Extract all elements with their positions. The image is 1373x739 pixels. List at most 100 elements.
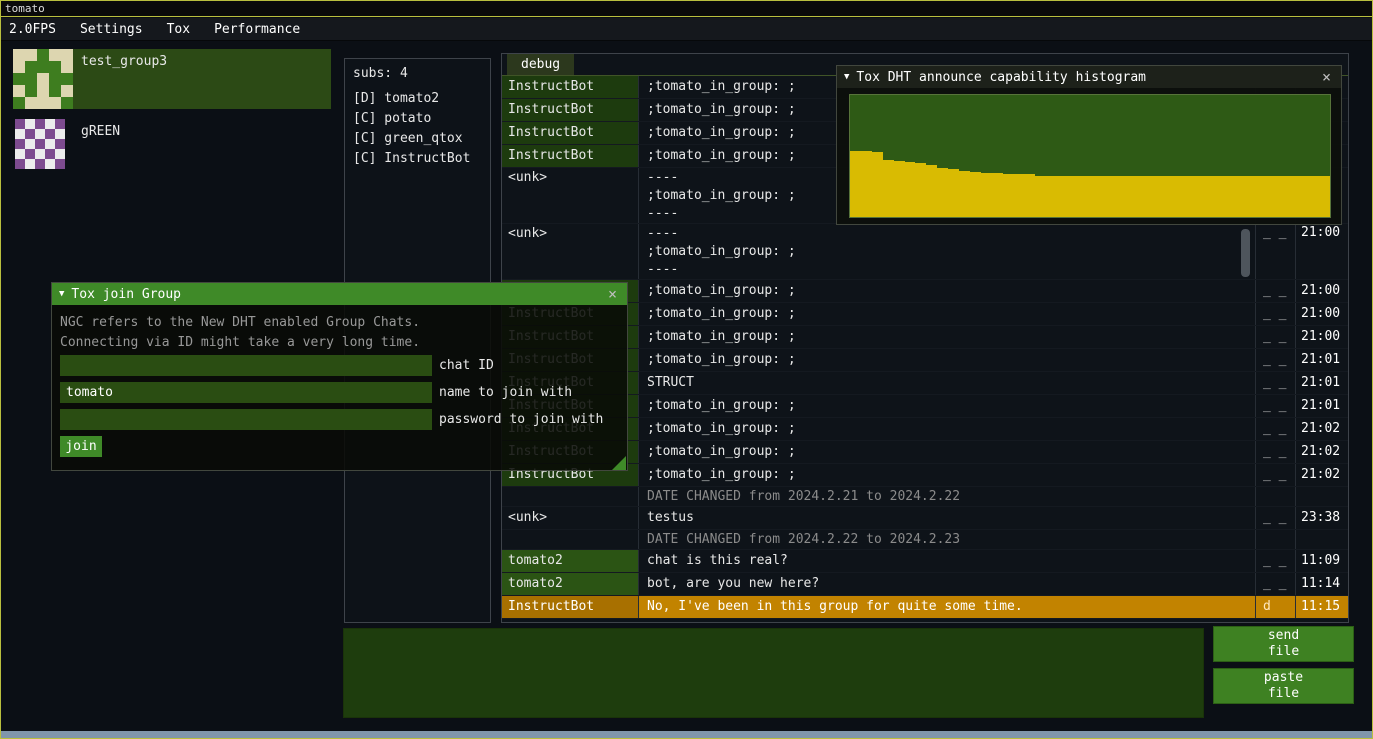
message-row[interactable]: InstructBotNo, I've been in this group f…: [502, 596, 1348, 619]
message-row[interactable]: InstructBot;tomato_in_group: ;_ _21:01: [502, 349, 1348, 372]
message-row[interactable]: tomato2chat is this real?_ _11:09: [502, 550, 1348, 573]
histogram-bar: [1232, 176, 1243, 217]
member-item[interactable]: [C] InstructBot: [353, 149, 490, 169]
message-text: chat is this real?: [639, 550, 1255, 572]
tab-debug[interactable]: debug: [507, 54, 574, 75]
join-button[interactable]: join: [60, 436, 102, 457]
message-sender: InstructBot: [502, 99, 639, 121]
join-name-label: name to join with: [439, 385, 572, 400]
fps-counter: 2.0FPS: [1, 22, 68, 37]
message-flags: d: [1255, 596, 1295, 618]
message-time: 21:00: [1295, 303, 1348, 325]
message-row[interactable]: <unk>---- ;tomato_in_group: ; ----_ _21:…: [502, 224, 1348, 280]
histogram-bar: [970, 172, 981, 217]
histogram-bar: [937, 168, 948, 217]
histogram-window-titlebar[interactable]: ▼ Tox DHT announce capability histogram …: [837, 66, 1341, 88]
histogram-bar: [1155, 176, 1166, 217]
member-item[interactable]: [C] green_qtox: [353, 129, 490, 149]
window-titlebar: tomato: [1, 1, 1372, 17]
histogram-bar: [1308, 176, 1319, 217]
group-item-test_group3[interactable]: test_group3: [9, 49, 331, 109]
histogram-bar: [1057, 176, 1068, 217]
menu-item-tox[interactable]: Tox: [155, 22, 202, 37]
menu-item-settings[interactable]: Settings: [68, 22, 155, 37]
histogram-bar: [1221, 176, 1232, 217]
message-row[interactable]: tomato2bot, are you new here?_ _11:14: [502, 573, 1348, 596]
window-title: tomato: [5, 2, 45, 15]
join-group-window: ▼ Tox join Group × NGC refers to the New…: [51, 282, 628, 471]
send-file-button[interactable]: send file: [1213, 626, 1354, 662]
message-sender: InstructBot: [502, 122, 639, 144]
message-row[interactable]: InstructBot;tomato_in_group: ;_ _21:01: [502, 395, 1348, 418]
message-time: 21:01: [1295, 349, 1348, 371]
menu: SettingsToxPerformance: [68, 18, 312, 40]
message-sender: InstructBot: [502, 596, 639, 618]
message-sender: InstructBot: [502, 76, 639, 98]
menu-item-performance[interactable]: Performance: [202, 22, 312, 37]
join-name-input[interactable]: [60, 382, 432, 403]
group-name: gREEN: [81, 124, 120, 139]
app-window: tomato 2.0FPS SettingsToxPerformance tes…: [0, 0, 1373, 739]
join-window-titlebar[interactable]: ▼ Tox join Group ×: [52, 283, 627, 305]
message-time: 21:01: [1295, 372, 1348, 394]
message-input[interactable]: [343, 628, 1204, 718]
message-row[interactable]: InstructBot;tomato_in_group: ;_ _21:02: [502, 464, 1348, 487]
message-text: ;tomato_in_group: ;: [639, 303, 1255, 325]
chat-id-input[interactable]: [60, 355, 432, 376]
histogram-bar: [905, 162, 916, 217]
join-window-body: NGC refers to the New DHT enabled Group …: [52, 305, 627, 471]
histogram-bar: [1319, 176, 1330, 217]
message-flags: _ _: [1255, 441, 1295, 463]
message-text: ;tomato_in_group: ;: [639, 326, 1255, 348]
histogram-bar: [1166, 176, 1177, 217]
join-hint-line: Connecting via ID might take a very long…: [60, 333, 619, 353]
message-sender: <unk>: [502, 507, 639, 529]
message-text: ;tomato_in_group: ;: [639, 395, 1255, 417]
message-sender: [502, 530, 639, 549]
date-separator-row[interactable]: DATE CHANGED from 2024.2.21 to 2024.2.22: [502, 487, 1348, 507]
member-item[interactable]: [D] tomato2: [353, 89, 490, 109]
message-time: 21:02: [1295, 464, 1348, 486]
collapse-arrow-icon[interactable]: ▼: [844, 72, 849, 82]
histogram-bar: [1025, 174, 1036, 217]
message-flags: [1255, 487, 1295, 506]
message-time: 23:38: [1295, 507, 1348, 529]
group-avatar: [9, 119, 73, 169]
group-item-gREEN[interactable]: gREEN: [9, 119, 331, 169]
member-item[interactable]: [C] potato: [353, 109, 490, 129]
message-time: 21:02: [1295, 418, 1348, 440]
close-icon[interactable]: ×: [605, 285, 620, 303]
message-row[interactable]: InstructBot;tomato_in_group: ;_ _21:00: [502, 303, 1348, 326]
date-separator-text: DATE CHANGED from 2024.2.22 to 2024.2.23: [639, 530, 1255, 549]
resize-grip-icon[interactable]: [612, 456, 626, 470]
close-icon[interactable]: ×: [1319, 68, 1334, 86]
histogram-bar: [1134, 176, 1145, 217]
histogram-bar: [1297, 176, 1308, 217]
message-text: ;tomato_in_group: ;: [639, 464, 1255, 486]
message-time: 21:00: [1295, 280, 1348, 302]
collapse-arrow-icon[interactable]: ▼: [59, 289, 64, 299]
message-row[interactable]: InstructBot;tomato_in_group: ;_ _21:02: [502, 441, 1348, 464]
message-row[interactable]: InstructBot;tomato_in_group: ;_ _21:02: [502, 418, 1348, 441]
histogram-bar: [1068, 176, 1079, 217]
histogram-bar: [1090, 176, 1101, 217]
message-row[interactable]: <unk>testus_ _23:38: [502, 507, 1348, 530]
chat-scrollbar-thumb[interactable]: [1241, 229, 1250, 277]
message-row[interactable]: InstructBotSTRUCT_ _21:01: [502, 372, 1348, 395]
group-name: test_group3: [81, 54, 167, 69]
message-row[interactable]: InstructBot;tomato_in_group: ;_ _21:00: [502, 280, 1348, 303]
message-text: ;tomato_in_group: ;: [639, 349, 1255, 371]
histogram-bar: [1275, 176, 1286, 217]
message-text: ;tomato_in_group: ;: [639, 441, 1255, 463]
message-time: 11:14: [1295, 573, 1348, 595]
message-text: ---- ;tomato_in_group: ; ----: [639, 224, 1255, 279]
message-flags: _ _: [1255, 464, 1295, 486]
message-row[interactable]: InstructBot;tomato_in_group: ;_ _21:00: [502, 326, 1348, 349]
paste-file-button[interactable]: paste file: [1213, 668, 1354, 704]
message-sender: <unk>: [502, 168, 639, 223]
message-text: testus: [639, 507, 1255, 529]
message-time: [1295, 487, 1348, 506]
histogram-bar: [1210, 176, 1221, 217]
join-password-input[interactable]: [60, 409, 432, 430]
date-separator-row[interactable]: DATE CHANGED from 2024.2.22 to 2024.2.23: [502, 530, 1348, 550]
